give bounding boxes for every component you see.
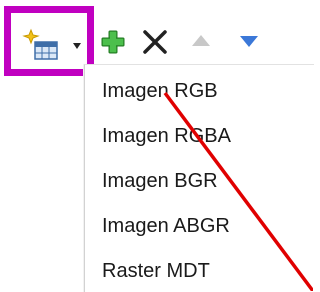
highlight-annotation <box>4 6 94 76</box>
add-icon <box>101 30 125 54</box>
move-up-icon <box>192 35 210 46</box>
move-down-icon <box>240 36 258 47</box>
delete-button[interactable] <box>142 29 168 60</box>
menu-item-imagen-rgb[interactable]: Imagen RGB <box>102 79 218 103</box>
menu-item-imagen-rgba[interactable]: Imagen RGBA <box>102 124 231 148</box>
menu-item-imagen-abgr[interactable]: Imagen ABGR <box>102 214 230 238</box>
menu-item-raster-mdt[interactable]: Raster MDT <box>102 259 210 283</box>
new-layer-dropdown-menu: Imagen RGB Imagen RGBA Imagen BGR Imagen… <box>84 64 314 292</box>
move-up-button[interactable] <box>190 33 212 52</box>
add-button[interactable] <box>100 29 126 60</box>
menu-item-imagen-bgr[interactable]: Imagen BGR <box>102 169 218 193</box>
move-down-button[interactable] <box>238 35 260 54</box>
delete-icon <box>143 30 167 54</box>
